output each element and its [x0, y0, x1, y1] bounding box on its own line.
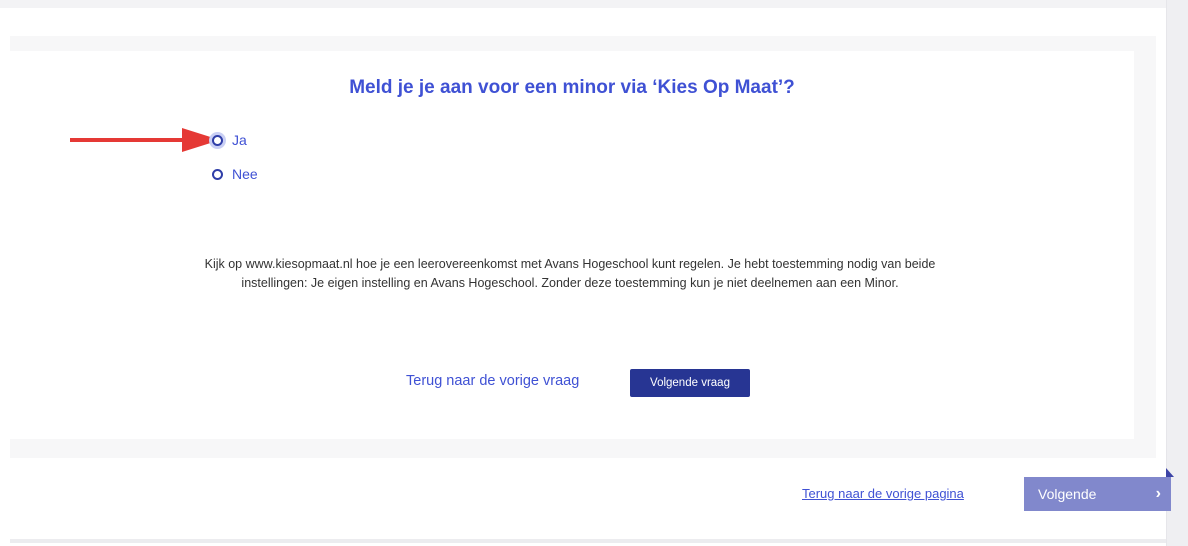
radio-label-ja: Ja: [232, 132, 247, 148]
next-page-label: Volgende: [1038, 486, 1097, 502]
red-arrow-icon: [70, 128, 220, 152]
previous-page-link[interactable]: Terug naar de vorige pagina: [802, 486, 964, 501]
info-text: Kijk op www.kiesopmaat.nl hoe je een lee…: [204, 257, 936, 290]
radio-button-ja[interactable]: [212, 134, 223, 146]
top-strip: [0, 0, 1166, 8]
footer-divider: [10, 539, 1166, 543]
chevron-right-icon: ›: [1155, 485, 1161, 502]
radio-label-nee: Nee: [232, 166, 258, 182]
previous-question-link[interactable]: Terug naar de vorige vraag: [406, 373, 579, 389]
scrollbar[interactable]: [1166, 0, 1188, 546]
next-question-button[interactable]: Volgende vraag: [630, 369, 750, 397]
radio-button-nee[interactable]: [212, 168, 223, 180]
radio-option-nee[interactable]: Nee: [212, 166, 258, 182]
next-page-button[interactable]: Volgende ›: [1024, 477, 1171, 511]
button-tab-decoration: [1166, 468, 1174, 477]
radio-option-ja[interactable]: Ja: [212, 132, 247, 148]
question-title: Meld je je aan voor een minor via ‘Kies …: [349, 77, 795, 98]
